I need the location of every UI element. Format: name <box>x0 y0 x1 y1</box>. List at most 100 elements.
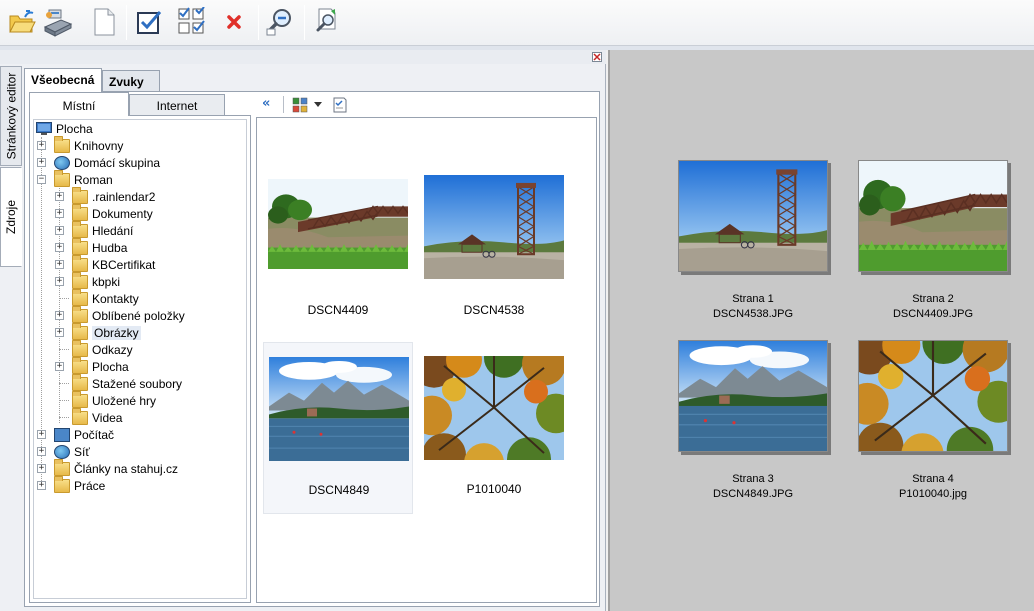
tree-item[interactable]: KBCertifikat <box>72 254 155 273</box>
tree-item[interactable]: Počítač <box>54 426 114 443</box>
expand-toggle[interactable]: + <box>37 447 46 456</box>
panel-titlebar <box>0 50 606 64</box>
tab-general[interactable]: Všeobecná <box>24 68 102 93</box>
user-folder-icon <box>54 169 70 187</box>
scanner-icon <box>43 9 73 37</box>
folder-icon <box>72 271 88 289</box>
thumbnail-item[interactable]: P1010040 <box>419 342 569 514</box>
tree-item[interactable]: .rainlendar2 <box>72 186 156 205</box>
tree-item-root[interactable]: Plocha <box>36 120 93 137</box>
desktop-icon <box>36 121 52 135</box>
scanner-button[interactable] <box>42 6 74 38</box>
tree-item[interactable]: Hudba <box>72 237 128 256</box>
expand-toggle[interactable]: + <box>55 328 64 337</box>
thumbnail-label: P1010040 <box>466 482 522 496</box>
preview-page-filename: P1010040.jpg <box>899 488 967 500</box>
open-folder-button[interactable] <box>6 6 38 38</box>
preview-page-image <box>858 160 1008 272</box>
preview-page[interactable]: Strana 3 DSCN4849.JPG <box>678 340 828 510</box>
tree-item-label: Roman <box>74 172 113 187</box>
view-mode-dropdown[interactable] <box>292 97 324 113</box>
expand-toggle[interactable]: + <box>55 362 64 371</box>
network-icon <box>54 444 70 459</box>
expand-toggle[interactable]: + <box>37 430 46 439</box>
tree-item[interactable]: Uložené hry <box>72 390 156 409</box>
preview-page-filename: DSCN4849.JPG <box>712 488 794 500</box>
folder-icon <box>72 220 88 238</box>
tree-item-label: Síť <box>74 444 90 459</box>
tree-item-label: Dokumenty <box>92 206 153 221</box>
tree-item-label: Hudba <box>92 240 128 255</box>
expand-toggle[interactable]: + <box>55 243 64 252</box>
thumbnail-image <box>424 175 564 279</box>
preview-page[interactable]: Strana 1 DSCN4538.JPG <box>678 160 828 330</box>
tab-page-editor[interactable]: Stránkový editor <box>0 66 22 166</box>
tree-item[interactable]: Stažené soubory <box>72 373 183 392</box>
select-grid-button[interactable] <box>176 6 208 38</box>
print-preview-button[interactable] <box>310 6 342 38</box>
tree-item[interactable]: Práce <box>54 475 105 494</box>
tree-item[interactable]: Oblíbené položky <box>72 305 185 324</box>
tree-item-label: Hledání <box>92 223 134 238</box>
collapse-left-button[interactable]: « <box>262 97 276 111</box>
zoom-out-button[interactable] <box>264 6 296 38</box>
delete-button[interactable] <box>218 6 250 38</box>
libraries-icon <box>54 135 70 153</box>
expand-toggle[interactable]: + <box>37 141 46 150</box>
thumbnail-item[interactable]: DSCN4849 <box>263 342 413 514</box>
tree-item[interactable]: Obrázky <box>72 322 141 341</box>
thumbnail-image <box>424 356 564 460</box>
tab-sources[interactable]: Zdroje <box>0 167 22 267</box>
main-toolbar <box>0 0 1034 46</box>
tree-item[interactable]: Články na stahuj.cz <box>54 458 178 477</box>
expand-toggle[interactable]: + <box>55 209 64 218</box>
blank-page-icon <box>94 8 115 36</box>
page-preview-area: Strana 1 DSCN4538.JPG Strana 2 DSCN4409.JP… <box>608 50 1034 611</box>
tree-item-label: Počítač <box>74 427 115 442</box>
tree-item[interactable]: Síť <box>54 443 90 460</box>
folder-icon <box>54 475 70 493</box>
check-all-button[interactable] <box>134 6 166 38</box>
expand-toggle[interactable]: + <box>55 226 64 235</box>
tab-internet[interactable]: Internet <box>129 94 225 116</box>
tree-item-label: Stažené soubory <box>92 376 183 391</box>
properties-button[interactable] <box>332 97 348 113</box>
tree-item[interactable]: Dokumenty <box>72 203 153 222</box>
expand-toggle[interactable]: + <box>55 260 64 269</box>
new-page-button[interactable] <box>88 6 120 38</box>
expand-toggle[interactable]: + <box>37 481 46 490</box>
tab-sounds[interactable]: Zvuky <box>102 70 160 92</box>
tab-sources-label: Zdroje <box>4 199 19 235</box>
close-icon <box>593 53 601 61</box>
tree-item[interactable]: kbpki <box>72 271 120 290</box>
tree-item[interactable]: Hledání <box>72 220 134 239</box>
tree-item[interactable]: Plocha <box>72 356 129 375</box>
expand-toggle[interactable]: + <box>55 277 64 286</box>
thumbnail-item[interactable]: DSCN4538 <box>419 163 569 335</box>
expand-toggle[interactable]: + <box>55 311 64 320</box>
tree-item[interactable]: Knihovny <box>54 135 124 154</box>
thumbnail-list: DSCN4409 DSCN4538 DSCN4849 P1010040 <box>256 117 597 603</box>
tree-item[interactable]: Domácí skupina <box>54 154 160 171</box>
tree-item-label: .rainlendar2 <box>92 189 156 204</box>
folder-tree: Plocha + Knihovny + Domácí skupina − Roman + .r… <box>29 115 251 603</box>
expand-toggle[interactable]: + <box>37 158 46 167</box>
expand-toggle[interactable]: + <box>37 464 46 473</box>
tree-item[interactable]: Odkazy <box>72 339 133 358</box>
expand-toggle[interactable]: + <box>55 192 64 201</box>
collapse-toggle[interactable]: − <box>37 175 46 184</box>
thumbnail-image <box>269 357 409 461</box>
tree-item-label: Knihovny <box>74 138 124 153</box>
preview-page[interactable]: Strana 2 DSCN4409.JPG <box>858 160 1008 330</box>
thumbnail-item[interactable]: DSCN4409 <box>263 163 413 335</box>
preview-page[interactable]: Strana 4 P1010040.jpg <box>858 340 1008 510</box>
tree-item[interactable]: Kontakty <box>72 288 139 307</box>
tree-item[interactable]: Roman <box>54 169 113 188</box>
tree-item[interactable]: Videa <box>72 407 122 426</box>
tree-item-label: Domácí skupina <box>74 155 161 170</box>
folder-icon <box>72 305 88 323</box>
panel-close-button[interactable] <box>592 52 602 62</box>
thumbnail-label: DSCN4849 <box>308 483 370 497</box>
tab-local[interactable]: Místní <box>29 92 129 116</box>
contacts-icon <box>72 288 88 306</box>
